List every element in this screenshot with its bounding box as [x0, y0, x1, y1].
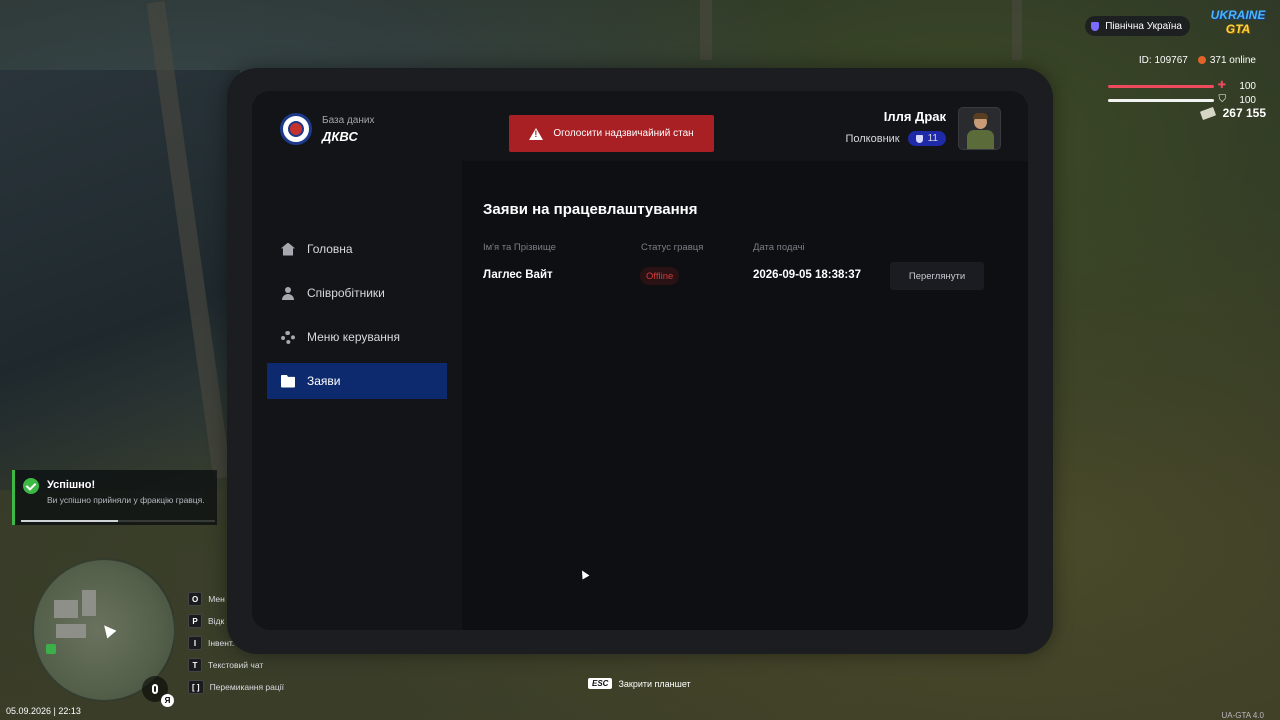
- nav-item-employees[interactable]: Співробітники: [267, 275, 447, 311]
- region-badge: Північна Україна: [1085, 16, 1190, 36]
- health-bar: [1108, 85, 1214, 88]
- armor-icon: ⛉: [1218, 94, 1227, 105]
- rank-level: 11: [927, 133, 938, 144]
- avatar: [958, 107, 1001, 150]
- keybind-row: [ ] Перемикання рації: [188, 676, 284, 698]
- sidebar-nav: Головна Співробітники Меню керування Зая…: [267, 231, 447, 407]
- rank-shield-icon: [915, 134, 923, 143]
- users-icon: [281, 286, 295, 300]
- rank-title: Полковник: [845, 132, 900, 145]
- background-tree-trunk: [700, 0, 712, 60]
- region-name: Північна Україна: [1105, 20, 1182, 32]
- warning-icon: [529, 127, 544, 140]
- keybind-label: Перемикання рації: [209, 682, 285, 692]
- view-button[interactable]: Переглянути: [890, 262, 984, 290]
- column-header-date: Дата подачі: [753, 242, 805, 253]
- online-icon: [1197, 56, 1206, 65]
- armor-bar: [1108, 99, 1214, 102]
- nav-label: Співробітники: [307, 286, 385, 300]
- close-tablet-label: Закрити планшет: [618, 678, 691, 689]
- column-header-status: Статус гравця: [641, 242, 704, 253]
- brand-title: ДКВС: [322, 128, 358, 144]
- nav-label: Меню керування: [307, 330, 401, 344]
- notification-progress: [21, 520, 215, 522]
- money-display: 267 155: [1199, 106, 1266, 120]
- keybind-label: Мен: [208, 594, 225, 604]
- mic-key-badge: Я: [161, 694, 174, 707]
- keybind-label: Текстовий чат: [208, 660, 264, 670]
- notification-title: Успішно!: [47, 479, 96, 491]
- online-count: 371 online: [1197, 55, 1256, 66]
- background-lake: [0, 70, 240, 490]
- tablet-screen: База даних ДКВС Оголосити надзвичайний с…: [252, 91, 1028, 630]
- content-panel: [462, 161, 1028, 630]
- money-icon: [1199, 106, 1216, 120]
- brand-subtitle: База даних: [322, 114, 375, 126]
- user-name: Ілля Драк: [883, 109, 946, 124]
- key-badge: [ ]: [188, 680, 204, 694]
- column-header-name: Ім'я та Прізвище: [483, 242, 556, 253]
- check-icon: [23, 478, 39, 494]
- section-title: Заяви на працевлаштування: [483, 201, 698, 218]
- nav-item-home[interactable]: Головна: [267, 231, 447, 267]
- region-shield-icon: [1091, 21, 1100, 31]
- health-value: 100: [1239, 81, 1256, 92]
- version-label: UA-GTA 4.0: [1221, 711, 1264, 720]
- home-icon: [281, 242, 295, 256]
- player-arrow-icon: [99, 621, 117, 639]
- emergency-button[interactable]: Оголосити надзвичайний стан: [509, 115, 714, 152]
- money-value: 267 155: [1222, 106, 1266, 120]
- status-badge: Offline: [640, 267, 680, 285]
- applicant-name: Лаглес Вайт: [483, 269, 553, 281]
- keybind-row: T Текстовий чат: [188, 654, 284, 676]
- key-badge: O: [188, 592, 203, 606]
- player-info: ID: 109767 371 online: [1139, 55, 1256, 66]
- nav-item-management[interactable]: Меню керування: [267, 319, 447, 355]
- health-icon: ✚: [1217, 80, 1226, 91]
- armor-value: 100: [1239, 95, 1256, 106]
- key-badge: T: [188, 658, 202, 672]
- keybind-label: Інвент.: [208, 638, 235, 648]
- user-rank: Полковник 11: [845, 131, 946, 146]
- notification-text: Ви успішно прийняли у фракцію гравця.: [47, 495, 205, 505]
- nav-item-applications[interactable]: Заяви: [267, 363, 447, 399]
- gear-icon: [281, 330, 295, 344]
- minimap-marker: [46, 644, 56, 654]
- rank-badge: 11: [907, 131, 946, 146]
- keybind-row: P Відк: [188, 610, 284, 632]
- application-date: 2026-09-05 18:38:37: [753, 269, 862, 281]
- player-id: ID: 109767: [1138, 55, 1188, 66]
- emergency-label: Оголосити надзвичайний стан: [553, 128, 694, 139]
- keybind-hints: O Мен P Відк I Інвент. T Текстовий чат [ ] Пе…: [188, 588, 284, 698]
- keybind-row: O Мен: [188, 588, 284, 610]
- keybind-label: Відк: [208, 616, 225, 626]
- esc-key-badge: ESC: [588, 678, 613, 689]
- background-tree-trunk: [1012, 0, 1022, 60]
- key-badge: P: [188, 614, 202, 628]
- nav-label: Заяви: [307, 374, 341, 388]
- game-logo: UKRAINE GTA: [1210, 8, 1266, 36]
- emblem-icon: [280, 113, 312, 145]
- datetime: 05.09.2026 | 22:13: [6, 706, 81, 716]
- key-badge: I: [188, 636, 202, 650]
- success-notification: Успішно! Ви успішно прийняли у фракцію г…: [12, 470, 217, 525]
- nav-label: Головна: [307, 242, 353, 256]
- brand: База даних ДКВС: [280, 113, 374, 145]
- folder-icon: [281, 374, 295, 388]
- close-tablet-hint: ESC Закрити планшет: [588, 678, 691, 689]
- keybind-row: I Інвент.: [188, 632, 284, 654]
